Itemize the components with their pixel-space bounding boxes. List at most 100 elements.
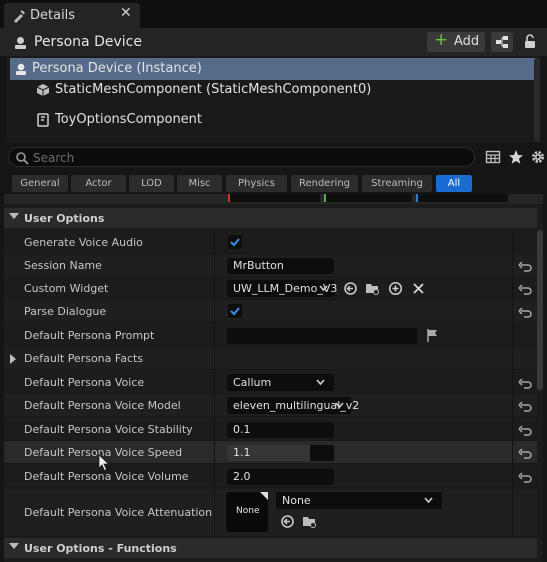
row-default-persona-facts[interactable]: Default Persona Facts bbox=[4, 347, 537, 370]
dropdown-value: Callum bbox=[233, 376, 272, 389]
dropdown-value: None bbox=[282, 494, 311, 507]
voice-stability-field[interactable]: 0.1 bbox=[227, 422, 334, 438]
expand-arrow-icon bbox=[10, 354, 16, 364]
actor-title: Persona Device bbox=[34, 34, 142, 50]
localization-flag-icon[interactable] bbox=[425, 328, 440, 343]
close-icon[interactable]: ✕ bbox=[120, 5, 132, 21]
category-physics[interactable]: Physics bbox=[226, 175, 287, 192]
partial-vector-row bbox=[4, 194, 543, 204]
category-general[interactable]: General bbox=[12, 175, 68, 192]
tab-details[interactable]: Details ✕ bbox=[4, 3, 140, 28]
details-header: Persona Device + Add bbox=[0, 28, 547, 56]
chevron-down-icon bbox=[424, 497, 433, 504]
voice-model-dropdown[interactable]: eleven_multilingual_v2 bbox=[227, 397, 359, 414]
section-user-options[interactable]: User Options bbox=[4, 208, 537, 228]
search-bar[interactable] bbox=[8, 147, 475, 167]
session-name-field[interactable]: MrButton bbox=[227, 258, 334, 274]
tree-item-static-mesh[interactable]: StaticMeshComponent (StaticMeshComponent… bbox=[10, 79, 535, 101]
component-tree: Persona Device (Instance) StaticMeshComp… bbox=[6, 56, 541, 142]
favorite-star-icon[interactable] bbox=[508, 149, 524, 165]
column-splitter[interactable] bbox=[214, 230, 215, 537]
tab-title: Details bbox=[30, 8, 76, 23]
reset-arrow-icon[interactable] bbox=[518, 282, 532, 296]
browse-folder-icon[interactable] bbox=[365, 281, 380, 296]
add-component-button[interactable]: + Add bbox=[427, 30, 485, 52]
category-filter-bar: General Actor LOD Misc Physics Rendering… bbox=[0, 172, 547, 194]
tree-scrollbar[interactable] bbox=[534, 58, 540, 142]
tree-item-label: ToyOptionsComponent bbox=[55, 112, 203, 127]
category-misc[interactable]: Misc bbox=[177, 175, 222, 192]
section-label: User Options - Functions bbox=[24, 542, 177, 555]
voice-volume-field[interactable]: 2.0 bbox=[227, 469, 334, 485]
search-icon bbox=[16, 152, 29, 165]
attenuation-dropdown[interactable]: None bbox=[276, 492, 442, 509]
row-session-name: Session Name MrButton bbox=[4, 254, 537, 277]
custom-widget-dropdown[interactable]: UW_LLM_Demo_V3 bbox=[227, 280, 337, 297]
reset-arrow-icon[interactable] bbox=[518, 305, 532, 319]
vector-z-field[interactable] bbox=[416, 194, 508, 202]
properties-scrollbar[interactable] bbox=[537, 230, 543, 390]
vector-x-field[interactable] bbox=[228, 194, 320, 202]
reset-arrow-icon[interactable] bbox=[518, 376, 532, 390]
reset-arrow-icon[interactable] bbox=[518, 399, 532, 413]
add-label: Add bbox=[454, 34, 480, 49]
section-label: User Options bbox=[24, 212, 105, 225]
persona-voice-dropdown[interactable]: Callum bbox=[227, 374, 334, 391]
chevron-down-icon bbox=[319, 285, 328, 292]
search-input[interactable] bbox=[33, 150, 463, 166]
section-user-options-functions[interactable]: User Options - Functions bbox=[4, 538, 537, 558]
properties-panel: User Options Generate Voice Audio Sessio… bbox=[4, 194, 543, 562]
add-circle-icon[interactable] bbox=[388, 281, 403, 296]
property-label: Default Persona Voice Stability bbox=[24, 423, 193, 436]
asset-thumbnail[interactable]: None bbox=[226, 492, 268, 532]
row-default-persona-voice: Default Persona Voice Callum bbox=[4, 371, 537, 394]
vector-y-field[interactable] bbox=[324, 194, 412, 202]
browse-folder-icon[interactable] bbox=[302, 514, 317, 529]
property-label: Default Persona Prompt bbox=[24, 329, 155, 342]
use-selected-icon[interactable] bbox=[280, 514, 295, 529]
row-default-persona-prompt: Default Persona Prompt bbox=[4, 324, 537, 347]
category-all[interactable]: All bbox=[436, 175, 472, 192]
table-view-icon[interactable] bbox=[485, 149, 501, 165]
category-lod[interactable]: LOD bbox=[129, 175, 174, 192]
lock-icon bbox=[525, 34, 535, 48]
parse-dialogue-checkbox[interactable] bbox=[228, 304, 242, 318]
property-label: Default Persona Voice Volume bbox=[24, 470, 189, 483]
persona-prompt-field[interactable] bbox=[227, 328, 417, 344]
static-mesh-icon bbox=[36, 84, 50, 96]
thumbnail-label: None bbox=[236, 506, 260, 516]
reset-column-divider bbox=[512, 230, 513, 537]
blueprint-button[interactable] bbox=[491, 32, 513, 52]
blueprint-icon bbox=[496, 36, 508, 48]
row-voice-stability: Default Persona Voice Stability 0.1 bbox=[4, 418, 537, 441]
reset-arrow-icon[interactable] bbox=[518, 259, 532, 273]
reset-arrow-icon[interactable] bbox=[518, 423, 532, 437]
row-voice-speed: Default Persona Voice Speed 1.1 bbox=[4, 441, 537, 472]
property-label: Parse Dialogue bbox=[24, 305, 107, 318]
clear-x-icon[interactable] bbox=[411, 281, 426, 296]
settings-gear-icon[interactable] bbox=[530, 149, 546, 165]
tree-item-instance[interactable]: Persona Device (Instance) bbox=[10, 58, 535, 80]
category-streaming[interactable]: Streaming bbox=[362, 175, 432, 192]
row-custom-widget: Custom Widget UW_LLM_Demo_V3 bbox=[4, 277, 537, 300]
generate-voice-audio-checkbox[interactable] bbox=[228, 235, 242, 249]
slider-value: 1.1 bbox=[233, 446, 251, 459]
checkmark-icon bbox=[230, 238, 240, 247]
use-selected-icon[interactable] bbox=[343, 281, 358, 296]
plus-icon: + bbox=[434, 30, 449, 50]
actor-icon bbox=[15, 37, 26, 49]
tree-item-toy-options[interactable]: ToyOptionsComponent bbox=[10, 109, 535, 131]
property-label: Default Persona Voice bbox=[24, 376, 145, 389]
reset-arrow-icon[interactable] bbox=[518, 446, 532, 460]
category-rendering[interactable]: Rendering bbox=[291, 175, 358, 192]
tree-item-label: StaticMeshComponent (StaticMeshComponent… bbox=[55, 82, 372, 97]
checkmark-icon bbox=[230, 307, 240, 316]
voice-speed-slider[interactable]: 1.1 bbox=[227, 445, 334, 461]
collapse-arrow-icon bbox=[9, 543, 19, 549]
lock-button[interactable] bbox=[520, 32, 540, 52]
tab-bar: Details ✕ bbox=[0, 0, 547, 28]
row-voice-volume: Default Persona Voice Volume 2.0 bbox=[4, 465, 537, 488]
collapse-arrow-icon bbox=[9, 213, 19, 219]
reset-arrow-icon[interactable] bbox=[518, 470, 532, 484]
category-actor[interactable]: Actor bbox=[71, 175, 126, 192]
